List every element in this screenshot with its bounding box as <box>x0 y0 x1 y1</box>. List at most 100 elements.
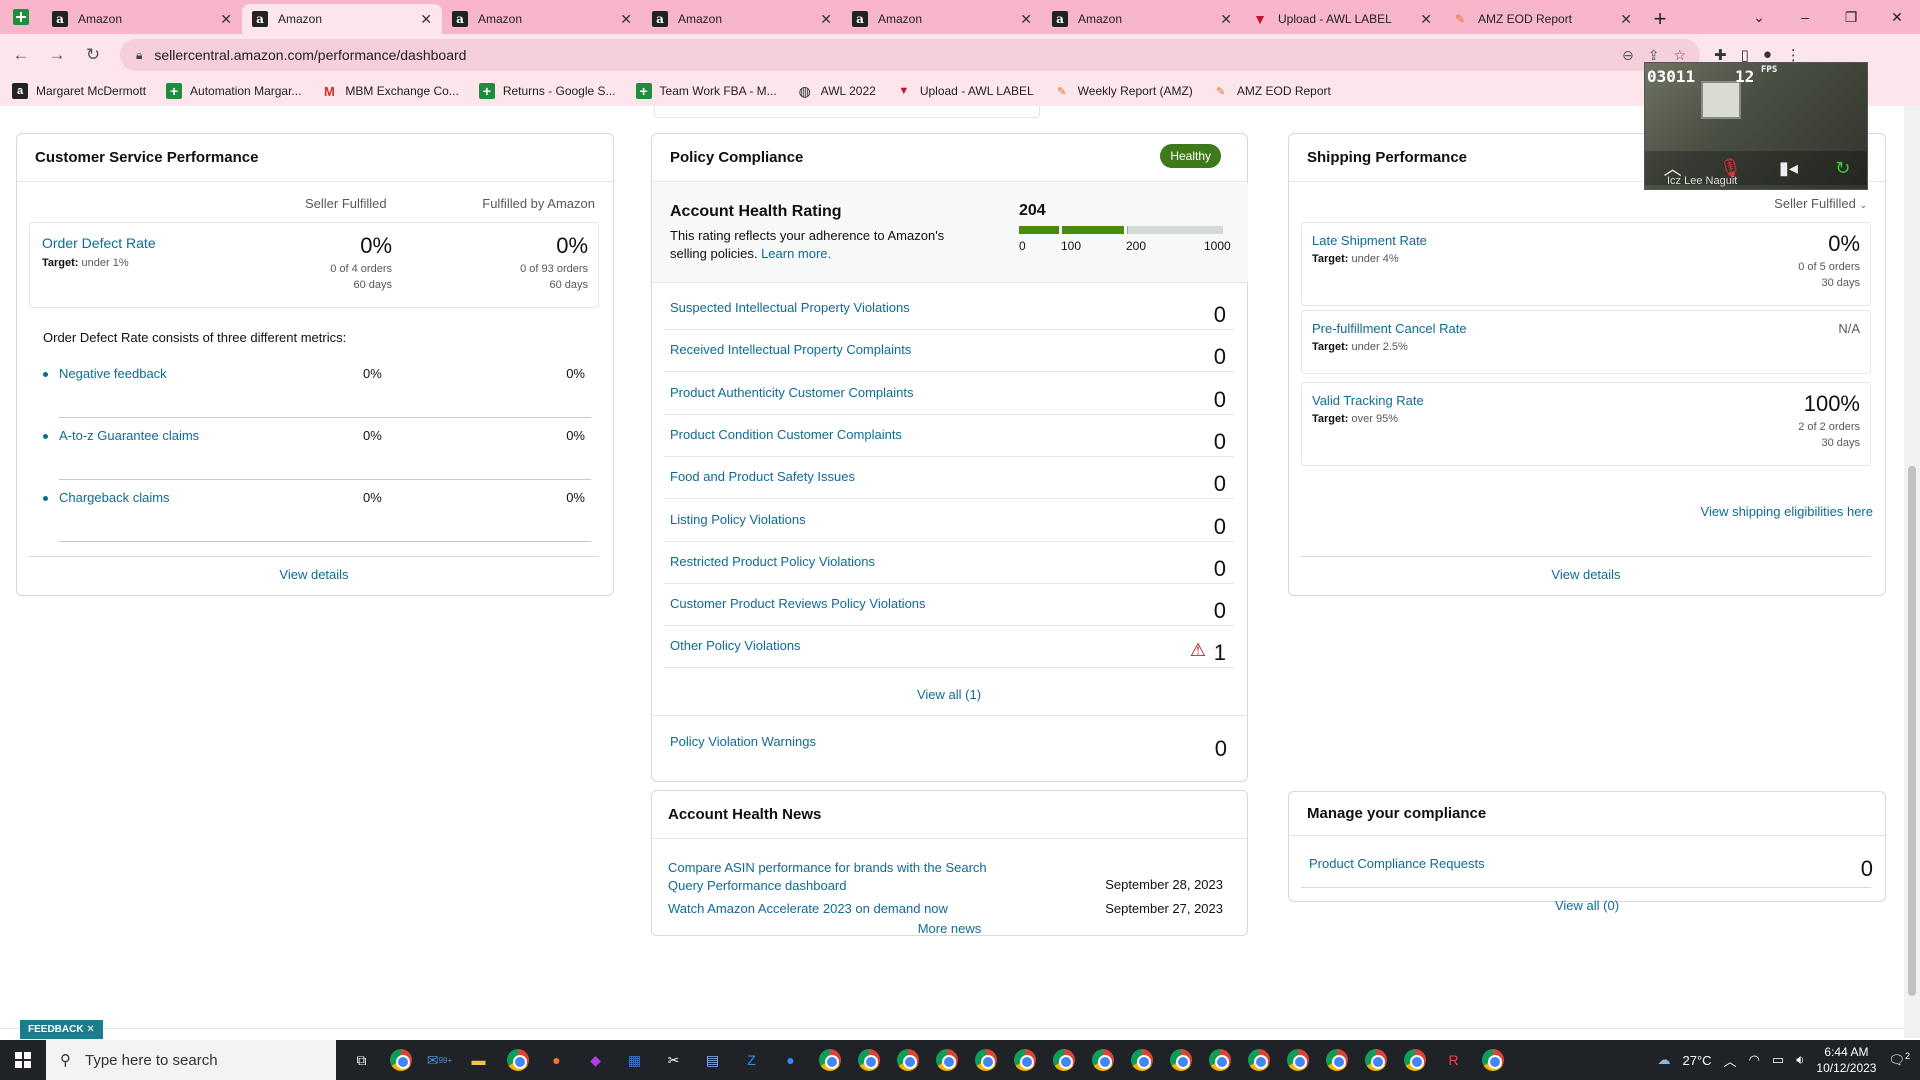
calculator-icon[interactable]: ▦ <box>619 1045 650 1076</box>
back-button[interactable]: ← <box>6 45 36 65</box>
clock[interactable]: 6:44 AM 10/12/2023 <box>1816 1044 1876 1076</box>
chrome-icon[interactable] <box>1087 1045 1118 1076</box>
policy-violation-link[interactable]: Restricted Product Policy Violations <box>670 554 875 569</box>
sheets-tab-icon[interactable] <box>0 0 42 34</box>
app-icon[interactable]: R <box>1438 1045 1469 1076</box>
refresh-icon[interactable]: ↻ <box>1835 158 1850 179</box>
chrome-icon[interactable] <box>814 1045 845 1076</box>
shipping-eligibilities-link[interactable]: View shipping eligibilities here <box>1701 504 1873 519</box>
lock-icon[interactable]: 🔒︎ <box>136 48 142 63</box>
bookmark-item[interactable]: a Margaret McDermott <box>12 83 146 99</box>
file-explorer-icon[interactable]: ▬ <box>463 1045 494 1076</box>
minimize-button[interactable]: – <box>1782 9 1828 25</box>
close-icon[interactable]: ✕ <box>1420 11 1432 28</box>
browser-tab[interactable]: a Amazon ✕ <box>42 4 242 34</box>
news-link[interactable]: Watch Amazon Accelerate 2023 on demand n… <box>668 901 948 916</box>
policy-violation-link[interactable]: Food and Product Safety Issues <box>670 469 855 484</box>
bookmark-item[interactable]: + Returns - Google S... <box>478 83 616 99</box>
mail-icon[interactable]: ✉ 99+ <box>424 1045 455 1076</box>
chrome-icon[interactable] <box>970 1045 1001 1076</box>
odr-metric-link[interactable]: Negative feedback <box>59 366 167 381</box>
chrome-icon[interactable] <box>1126 1045 1157 1076</box>
order-defect-rate-link[interactable]: Order Defect Rate <box>42 235 156 251</box>
close-icon[interactable]: ✕ <box>1620 11 1632 28</box>
more-news-link[interactable]: More news <box>918 921 982 936</box>
policy-violation-link[interactable]: Customer Product Reviews Policy Violatio… <box>670 596 926 611</box>
close-icon[interactable]: ✕ <box>820 11 832 28</box>
maximize-button[interactable]: ❐ <box>1828 9 1874 26</box>
forward-button[interactable]: → <box>42 45 72 65</box>
close-icon[interactable]: ✕ <box>1020 11 1032 28</box>
chrome-icon[interactable] <box>1048 1045 1079 1076</box>
firefox-icon[interactable]: ● <box>541 1045 572 1076</box>
page-scrollbar[interactable] <box>1904 106 1920 1038</box>
browser-tab[interactable]: a Amazon ✕ <box>442 4 642 34</box>
odr-metric-link[interactable]: Chargeback claims <box>59 490 170 505</box>
policy-warnings-link[interactable]: Policy Violation Warnings <box>670 734 816 749</box>
close-icon[interactable]: ✕ <box>220 11 232 28</box>
chrome-icon[interactable] <box>892 1045 923 1076</box>
cs-view-details-link[interactable]: View details <box>279 567 348 582</box>
chrome-icon[interactable] <box>1477 1045 1508 1076</box>
battery-icon[interactable]: ▭ <box>1772 1052 1784 1068</box>
close-icon[interactable]: ✕ <box>1220 11 1232 28</box>
bookmark-item[interactable]: + Automation Margar... <box>166 83 301 99</box>
snip-icon[interactable]: ✂ <box>658 1045 689 1076</box>
bookmark-item[interactable]: ◍ AWL 2022 <box>797 83 876 99</box>
bookmark-star-icon[interactable]: ☆ <box>1673 47 1686 64</box>
pv-view-all-link[interactable]: View all (1) <box>917 687 981 702</box>
chrome-icon[interactable] <box>385 1045 416 1076</box>
url-input[interactable]: 🔒︎ sellercentral.amazon.com/performance/… <box>120 39 1700 71</box>
compliance-view-all-link[interactable]: View all (0) <box>1555 898 1619 913</box>
chrome-icon[interactable] <box>1009 1045 1040 1076</box>
chrome-icon[interactable] <box>1360 1045 1391 1076</box>
start-button[interactable] <box>0 1040 46 1080</box>
bookmark-item[interactable]: + Team Work FBA - M... <box>635 83 777 99</box>
browser-tab[interactable]: a Amazon ✕ <box>642 4 842 34</box>
chrome-icon[interactable] <box>853 1045 884 1076</box>
compliance-requests-link[interactable]: Product Compliance Requests <box>1309 856 1485 871</box>
chrome-icon[interactable] <box>1321 1045 1352 1076</box>
zoom-icon[interactable]: ⊖ <box>1622 47 1634 64</box>
wifi-icon[interactable]: ◠ <box>1749 1052 1760 1068</box>
chrome-icon[interactable] <box>931 1045 962 1076</box>
chrome-icon[interactable] <box>1243 1045 1274 1076</box>
news-link[interactable]: Compare ASIN performance for brands with… <box>668 860 987 893</box>
new-tab-button[interactable]: + <box>1642 4 1678 34</box>
app-icon[interactable]: ◆ <box>580 1045 611 1076</box>
tray-chevron-icon[interactable]: ︿ <box>1724 1051 1737 1070</box>
feedback-button[interactable]: FEEDBACK ✕ <box>20 1020 103 1039</box>
volume-icon[interactable]: 🔉︎ <box>1796 1052 1804 1068</box>
zoom-icon[interactable]: Z <box>736 1045 767 1076</box>
share-icon[interactable]: ⇪ <box>1648 47 1660 64</box>
shipping-filter-dropdown[interactable]: Seller Fulfilled ⌄ <box>1774 196 1867 211</box>
camera-icon[interactable]: ▮◂ <box>1779 158 1798 179</box>
policy-violation-link[interactable]: Other Policy Violations <box>670 638 801 653</box>
shipping-metric-link[interactable]: Pre-fulfillment Cancel Rate <box>1312 321 1467 336</box>
chrome-icon[interactable] <box>1204 1045 1235 1076</box>
bookmark-item[interactable]: ✎ Weekly Report (AMZ) <box>1054 83 1193 99</box>
ahr-learn-more-link[interactable]: Learn more. <box>761 246 831 261</box>
shipping-metric-link[interactable]: Late Shipment Rate <box>1312 233 1427 248</box>
bookmark-item[interactable]: ▼ Upload - AWL LABEL <box>896 83 1033 99</box>
browser-tab[interactable]: a Amazon ✕ <box>1042 4 1242 34</box>
browser-tab[interactable]: ▼ Upload - AWL LABEL ✕ <box>1242 4 1442 34</box>
policy-violation-link[interactable]: Product Authenticity Customer Complaints <box>670 385 914 400</box>
chrome-icon[interactable] <box>1165 1045 1196 1076</box>
sp-view-details-link[interactable]: View details <box>1551 567 1620 582</box>
notifications-icon[interactable]: 🗨︎2 <box>1888 1051 1910 1068</box>
weather-icon[interactable]: ☁ <box>1658 1052 1671 1068</box>
chrome-icon[interactable] <box>1282 1045 1313 1076</box>
policy-violation-link[interactable]: Listing Policy Violations <box>670 512 806 527</box>
bookmark-item[interactable]: ✎ AMZ EOD Report <box>1213 83 1331 99</box>
policy-violation-link[interactable]: Received Intellectual Property Complaint… <box>670 342 911 357</box>
browser-tab[interactable]: a Amazon ✕ <box>242 4 442 34</box>
policy-violation-link[interactable]: Product Condition Customer Complaints <box>670 427 902 442</box>
close-icon[interactable]: ✕ <box>86 1024 94 1035</box>
policy-violation-link[interactable]: Suspected Intellectual Property Violatio… <box>670 300 910 315</box>
reload-button[interactable]: ↻ <box>78 45 108 65</box>
close-window-button[interactable]: ✕ <box>1874 9 1920 26</box>
browser-tab[interactable]: a Amazon ✕ <box>842 4 1042 34</box>
video-call-overlay[interactable]: 03011 12 FPS ︿ 🎙︎ ▮◂ ↻ Icz Lee Naguit <box>1644 62 1868 190</box>
app-icon[interactable]: ● <box>775 1045 806 1076</box>
